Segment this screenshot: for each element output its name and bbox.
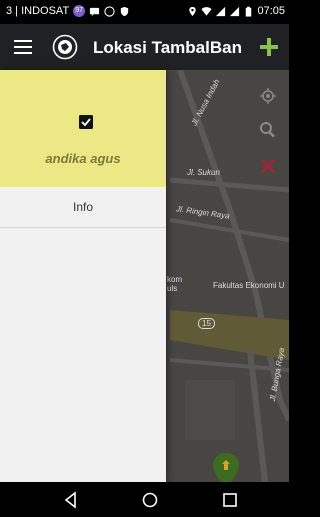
status-left: 3 | INDOSAT 97 — [6, 5, 130, 17]
status-bar: 3 | INDOSAT 97 07:05 — [0, 0, 289, 24]
battery-icon — [246, 6, 252, 17]
wifi-icon — [201, 6, 213, 16]
drawer-item-info[interactable]: Info — [0, 187, 166, 228]
system-nav-bar — [0, 482, 289, 517]
my-location-button[interactable] — [254, 82, 282, 110]
status-right: 07:05 — [187, 5, 285, 17]
home-icon[interactable] — [141, 491, 159, 509]
app-bar: Lokasi TambalBan — [0, 24, 289, 70]
map-label-street-2: Jl. Sukun — [187, 168, 220, 177]
clock-text: 07:05 — [257, 5, 285, 17]
navigation-drawer: andika agus Info — [0, 70, 166, 482]
location-icon — [260, 88, 276, 104]
compass-icon — [104, 5, 115, 17]
message-icon — [90, 7, 100, 16]
app-title: Lokasi TambalBan — [93, 38, 242, 57]
clear-button[interactable] — [254, 152, 282, 180]
map-label-fragment: kom uls — [167, 275, 183, 293]
carrier-text: 3 | INDOSAT — [6, 5, 70, 17]
checkbox-icon — [79, 115, 93, 129]
map-marker-icon[interactable] — [212, 452, 240, 482]
location-pin-icon — [189, 6, 197, 16]
search-button[interactable] — [254, 116, 282, 144]
signal-2-icon — [230, 6, 240, 16]
hamburger-menu-icon[interactable] — [12, 36, 34, 58]
user-name: andika agus — [45, 151, 121, 166]
back-icon[interactable] — [62, 491, 80, 509]
app-logo-icon — [52, 34, 78, 60]
notification-badge: 97 — [73, 5, 86, 17]
drawer-header: andika agus — [0, 70, 166, 187]
signal-icon — [216, 6, 226, 16]
recents-icon[interactable] — [221, 491, 239, 509]
plus-icon[interactable] — [257, 35, 281, 59]
map-label-place-1: Fakultas Ekonomi U — [213, 281, 285, 290]
close-icon — [260, 158, 276, 174]
map-label-road-number: 15 — [198, 318, 215, 329]
shield-icon — [121, 6, 129, 16]
search-icon — [260, 122, 275, 138]
